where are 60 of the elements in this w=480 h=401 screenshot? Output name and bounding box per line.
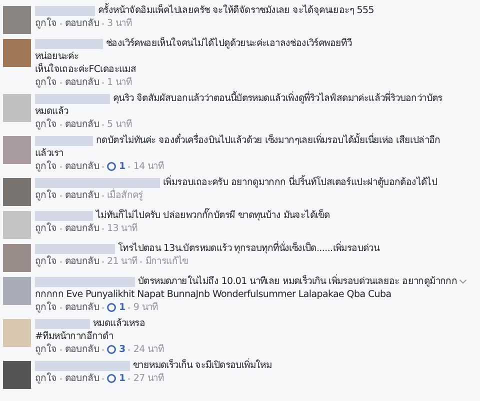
like-link[interactable]: ถูกใจ xyxy=(35,372,57,385)
comment-text: ช่องเวิร์คพอยเห็นใจคนไม่ได้ไปดูด้วยนะค่ะเอาลงช่องเวิร์คพอยทีวี xyxy=(106,37,352,50)
reply-link[interactable]: ตอบกลับ xyxy=(64,118,100,131)
comment-text: ไม่ทันก็ไม่ไปครับ ปล่อยพวกกั๊กบัตรผี ขาดทุนบ้าง มันจะได้เข็ด xyxy=(96,209,330,222)
avatar[interactable] xyxy=(3,136,31,164)
reply-link[interactable]: ตอบกลับ xyxy=(64,189,100,202)
comment-text: #ทีมหน้ากากอีกาดำ xyxy=(35,330,114,343)
comment-text: ขายหมดเร็วเก็น จะมีเปิดรอบเพิ่มใหม xyxy=(133,359,272,372)
like-link[interactable]: ถูกใจ xyxy=(35,118,57,131)
blurred-name xyxy=(35,318,90,328)
like-link[interactable]: ถูกใจ xyxy=(35,76,57,89)
comment-text: เห็นใจเถอะค่ะFCเดอะแมส xyxy=(35,63,136,76)
like-link[interactable]: ถูกใจ xyxy=(35,17,57,30)
reaction-count[interactable]: 1 xyxy=(119,160,126,173)
like-reaction-icon xyxy=(107,374,116,383)
like-reaction-icon xyxy=(107,162,116,171)
avatar[interactable] xyxy=(3,361,31,389)
comment-text: หมดแล้วเหรอ xyxy=(93,317,146,330)
reply-link[interactable]: ตอบกลับ xyxy=(64,17,100,30)
reply-link[interactable]: ตอบกลับ xyxy=(64,372,100,385)
like-link[interactable]: ถูกใจ xyxy=(35,301,57,314)
blurred-name xyxy=(35,136,93,146)
blurred-name xyxy=(35,6,95,16)
like-link[interactable]: ถูกใจ xyxy=(35,189,57,202)
avatar[interactable] xyxy=(3,178,31,206)
reaction-count[interactable]: 1 xyxy=(119,301,126,314)
comment-text: คุนริว จิตสัมผัสบอกแล้วว่าตอนนี้บัตรหมดแล้วเพิ่งดูพี่ริวไลฟ์สดมาค่ะแล้วพี่ริวบอกว่าบัตร xyxy=(113,92,442,105)
like-link[interactable]: ถูกใจ xyxy=(35,222,57,235)
reaction-count[interactable]: 1 xyxy=(119,372,126,385)
like-link[interactable]: ถูกใจ xyxy=(35,255,57,268)
comment-text: เพิ่มรอบเถอะครับ อยากดูมากกก นี่ปริ้นท์โปสเตอร์แปะฝาตู้บอกต้องได้ไป xyxy=(163,176,438,189)
comment-text: โทรไปตอน 13น.บัตรหมดแร้ว ทุกรอบทุกที่นั่งเซ็งเป็ด......เพิ่มรอบด่วน xyxy=(118,242,380,255)
reply-link[interactable]: ตอบกลับ xyxy=(64,301,100,314)
reaction-count[interactable]: 3 xyxy=(119,343,126,356)
blurred-name xyxy=(35,38,103,48)
comment-text: หน่อยนะค่ะ xyxy=(35,50,79,63)
comment-text: แล้วเรา xyxy=(35,147,64,160)
like-reaction-icon xyxy=(107,345,116,354)
avatar[interactable] xyxy=(3,277,31,305)
like-link[interactable]: ถูกใจ xyxy=(35,343,57,356)
like-link[interactable]: ถูกใจ xyxy=(35,160,57,173)
reply-link[interactable]: ตอบกลับ xyxy=(64,160,100,173)
blurred-name xyxy=(35,210,93,220)
like-reaction-icon xyxy=(107,303,116,312)
reply-link[interactable]: ตอบกลับ xyxy=(64,343,100,356)
comment-text: หมดแล้ว xyxy=(35,105,68,118)
comment-text: กดบัตรไม่ทันค่ะ จองตั๋วเครื่องบินไปแล้วด้วย เซ็งมากๆเลยเพิ่มรอบได้มั้ยเนี่ยเห่อ เสียเปล่าอีก xyxy=(96,134,440,147)
avatar[interactable] xyxy=(3,211,31,239)
comment-text: ครั้งหน้าจัดอิมแพ็คไปเลยครัช จะให้ดีจัดราชมังเลย จะได้จุคนเยอะๆ 555 xyxy=(98,4,374,17)
comment-text: กกกกก Eve Punyalikhit Napat BunnaJnb Wonderfulsummer Lalapakae Qba Cuba xyxy=(35,288,392,301)
comment-text: บัตรหมดภายในไม่ถึง 10.01 นาทีเลย หมดเร็วเกิน เพิ่มรอบด่วนเลยอะ อยากดูม้ากกก xyxy=(138,275,458,288)
avatar[interactable] xyxy=(3,244,31,272)
chevron-down-icon[interactable] xyxy=(459,279,468,284)
avatar[interactable] xyxy=(3,6,31,34)
reply-link[interactable]: ตอบกลับ xyxy=(64,255,100,268)
avatar[interactable] xyxy=(3,39,31,67)
avatar[interactable] xyxy=(3,94,31,122)
reply-link[interactable]: ตอบกลับ xyxy=(64,222,100,235)
avatar[interactable] xyxy=(3,319,31,347)
reply-link[interactable]: ตอบกลับ xyxy=(64,76,100,89)
